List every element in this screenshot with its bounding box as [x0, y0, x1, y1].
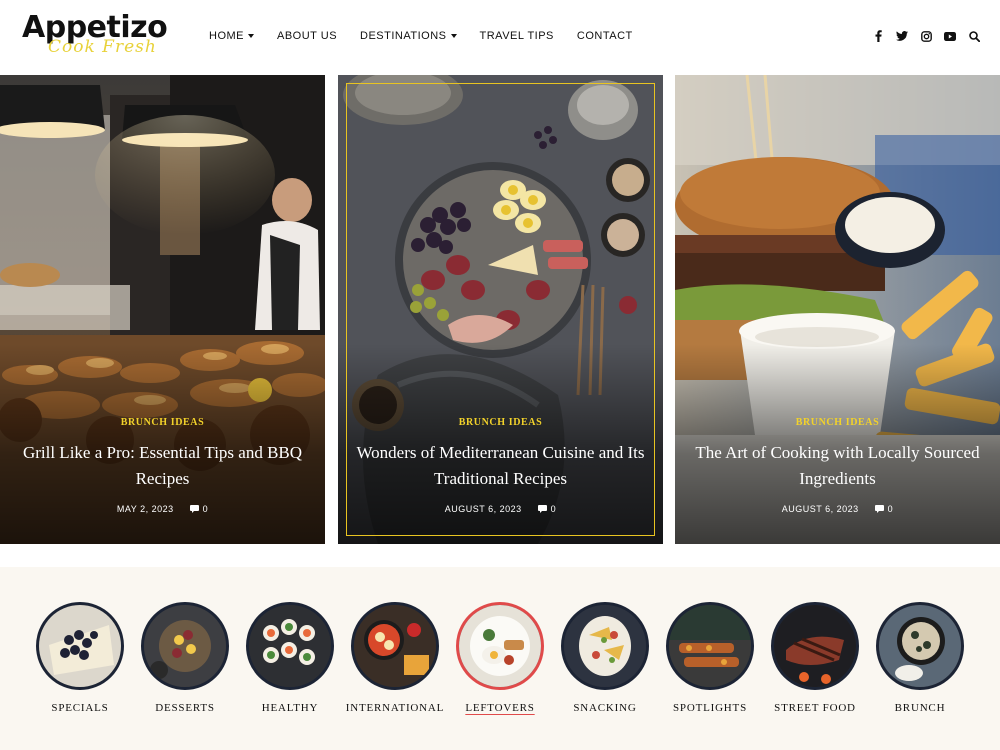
chevron-down-icon	[248, 34, 254, 38]
comment-count[interactable]: 0	[537, 504, 557, 514]
post-date: AUGUST 6, 2023	[781, 504, 859, 514]
comment-count[interactable]: 0	[189, 504, 209, 514]
twitter-icon[interactable]	[896, 29, 908, 43]
logo-tagline: Cook Fresh	[48, 37, 157, 57]
category-thumbnail[interactable]	[36, 602, 124, 690]
hero-post-card[interactable]: BRUNCH IDEAS The Art of Cooking with Loc…	[675, 75, 1000, 544]
site-logo[interactable]: Appetizo Cook Fresh	[22, 10, 172, 60]
nav-label: ABOUT US	[277, 30, 338, 42]
category-leftovers[interactable]: LEFTOVERS	[445, 602, 555, 714]
nav-destinations[interactable]: DESTINATIONS	[360, 30, 457, 42]
category-brunch[interactable]: BRUNCH	[865, 602, 975, 714]
category-international[interactable]: INTERNATIONAL	[340, 602, 450, 714]
category-spotlights[interactable]: SPOTLIGHTS	[655, 602, 765, 714]
main-nav: HOME ABOUT US DESTINATIONS TRAVEL TIPS C…	[209, 30, 656, 42]
post-category[interactable]: BRUNCH IDEAS	[350, 417, 651, 428]
category-thumbnail[interactable]	[246, 602, 334, 690]
post-title[interactable]: The Art of Cooking with Locally Sourced …	[687, 440, 988, 492]
nav-home[interactable]: HOME	[209, 30, 254, 42]
post-category[interactable]: BRUNCH IDEAS	[687, 417, 988, 428]
category-street-food[interactable]: STREET FOOD	[760, 602, 870, 714]
hero-post-card[interactable]: BRUNCH IDEAS Wonders of Mediterranean Cu…	[338, 75, 663, 544]
comment-count[interactable]: 0	[874, 504, 894, 514]
post-date: AUGUST 6, 2023	[444, 504, 522, 514]
category-strip: SPECIALS DESSERTS HEALTHY INTERNATIONAL …	[0, 567, 1000, 750]
category-label[interactable]: SPECIALS	[25, 702, 135, 714]
category-thumbnail[interactable]	[351, 602, 439, 690]
category-thumbnail[interactable]	[876, 602, 964, 690]
category-label[interactable]: INTERNATIONAL	[340, 702, 450, 714]
category-label[interactable]: BRUNCH	[865, 702, 975, 714]
nav-label: DESTINATIONS	[360, 30, 447, 42]
comment-icon	[537, 505, 547, 513]
category-snacking[interactable]: SNACKING	[550, 602, 660, 714]
nav-label: CONTACT	[576, 30, 633, 42]
category-label[interactable]: LEFTOVERS	[445, 702, 555, 714]
category-healthy[interactable]: HEALTHY	[235, 602, 345, 714]
comment-count-value: 0	[550, 504, 557, 514]
post-category[interactable]: BRUNCH IDEAS	[12, 417, 313, 428]
post-title[interactable]: Grill Like a Pro: Essential Tips and BBQ…	[12, 440, 313, 492]
category-desserts[interactable]: DESSERTS	[130, 602, 240, 714]
comment-icon	[189, 505, 199, 513]
comment-icon	[874, 505, 884, 513]
category-thumbnail[interactable]	[666, 602, 754, 690]
nav-label: TRAVEL TIPS	[479, 30, 554, 42]
card-content: BRUNCH IDEAS Wonders of Mediterranean Cu…	[338, 417, 663, 514]
chevron-down-icon	[450, 34, 457, 38]
card-content: BRUNCH IDEAS Grill Like a Pro: Essential…	[0, 417, 325, 514]
category-thumbnail[interactable]	[561, 602, 649, 690]
nav-label: HOME	[209, 30, 244, 42]
post-meta: AUGUST 6, 2023 0	[687, 504, 988, 514]
youtube-icon[interactable]	[944, 29, 956, 43]
category-specials[interactable]: SPECIALS	[25, 602, 135, 714]
social-links	[872, 29, 980, 43]
post-title[interactable]: Wonders of Mediterranean Cuisine and Its…	[350, 440, 651, 492]
nav-contact[interactable]: CONTACT	[577, 30, 633, 42]
category-label[interactable]: SNACKING	[550, 702, 660, 714]
nav-about-us[interactable]: ABOUT US	[277, 30, 337, 42]
site-header: Appetizo Cook Fresh HOME ABOUT US DESTIN…	[0, 0, 1000, 75]
category-thumbnail[interactable]	[141, 602, 229, 690]
category-label[interactable]: HEALTHY	[235, 702, 345, 714]
comment-count-value: 0	[887, 504, 894, 514]
category-label[interactable]: STREET FOOD	[760, 702, 870, 714]
post-date: MAY 2, 2023	[116, 504, 174, 514]
category-label[interactable]: SPOTLIGHTS	[655, 702, 765, 714]
post-meta: AUGUST 6, 2023 0	[350, 504, 651, 514]
nav-travel-tips[interactable]: TRAVEL TIPS	[480, 30, 554, 42]
hero-post-card[interactable]: BRUNCH IDEAS Grill Like a Pro: Essential…	[0, 75, 325, 544]
search-icon[interactable]	[968, 29, 980, 43]
category-thumbnail[interactable]	[771, 602, 859, 690]
category-thumbnail[interactable]	[456, 602, 544, 690]
post-meta: MAY 2, 2023 0	[12, 504, 313, 514]
facebook-icon[interactable]	[872, 29, 884, 43]
comment-count-value: 0	[202, 504, 209, 514]
card-content: BRUNCH IDEAS The Art of Cooking with Loc…	[675, 417, 1000, 514]
instagram-icon[interactable]	[920, 29, 932, 43]
category-label[interactable]: DESSERTS	[130, 702, 240, 714]
